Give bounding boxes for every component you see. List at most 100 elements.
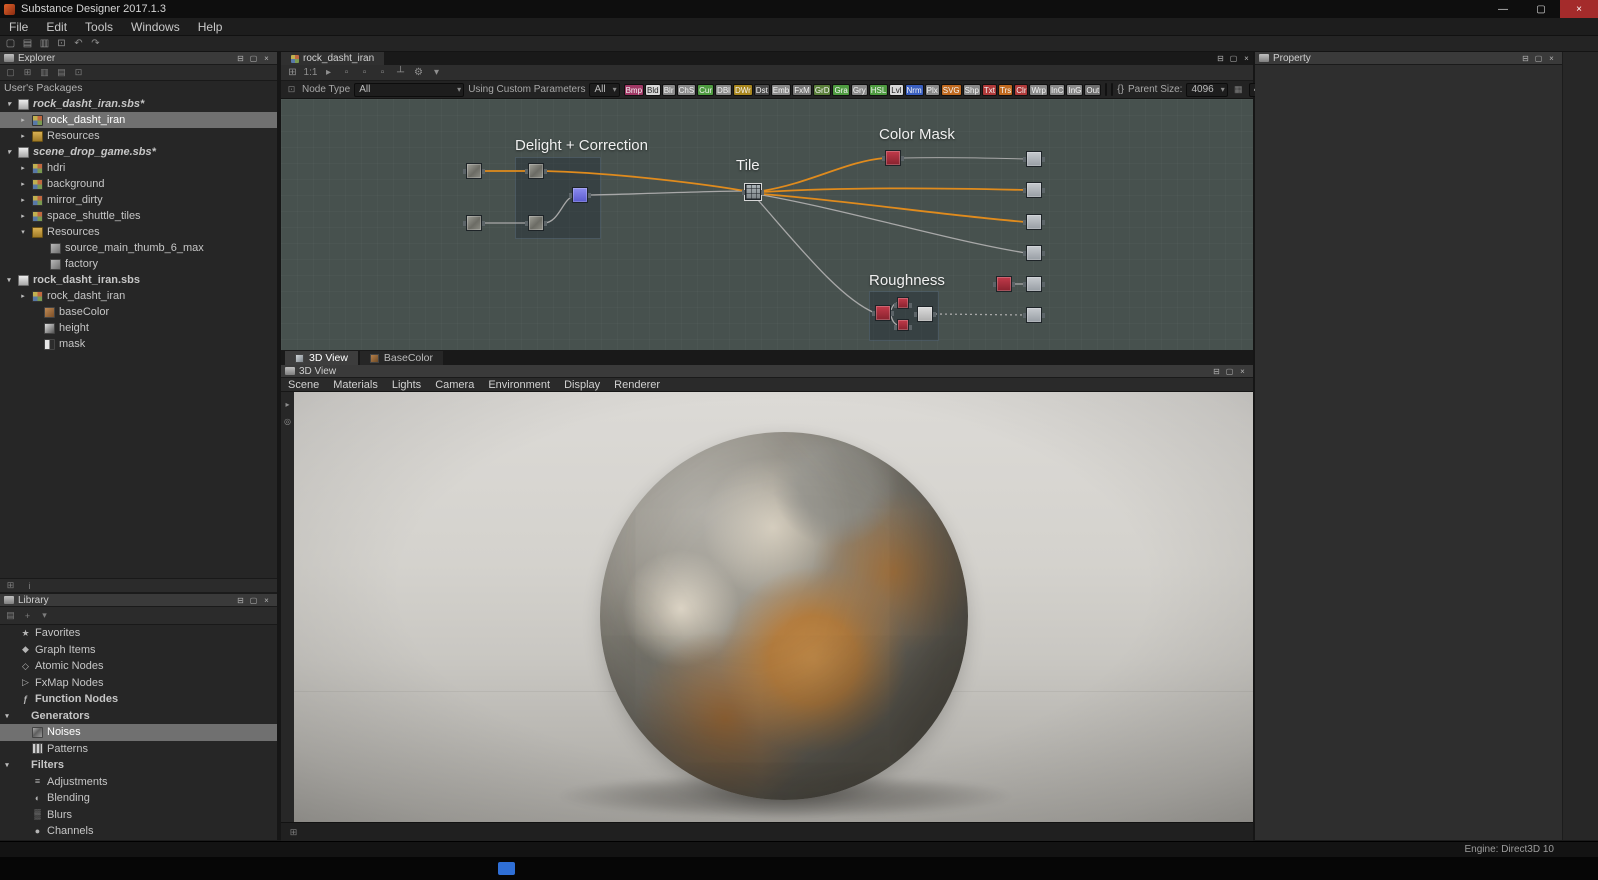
expand-arrow-icon[interactable]: ▸ bbox=[18, 164, 28, 172]
panel-control-icon[interactable]: ▢ bbox=[1227, 54, 1240, 63]
graph-node[interactable] bbox=[528, 163, 544, 179]
tree-item[interactable]: source_main_thumb_6_max bbox=[0, 240, 277, 256]
node-filter-chip[interactable]: DWr bbox=[733, 84, 753, 96]
library-item[interactable]: ● Channels bbox=[0, 823, 277, 840]
panel-control-icon[interactable]: × bbox=[260, 596, 273, 605]
frame-tool-button[interactable] bbox=[1111, 83, 1113, 96]
graph-toolbar-icon[interactable]: ┴ bbox=[393, 65, 408, 80]
toolbar-icon[interactable]: ▥ bbox=[37, 36, 52, 51]
node-filter-chip[interactable]: Lvl bbox=[889, 84, 903, 96]
node-filter-chip[interactable]: Gry bbox=[851, 84, 868, 96]
view3d-menu-item[interactable]: Environment bbox=[481, 379, 557, 391]
view3d-menu-item[interactable]: Camera bbox=[428, 379, 481, 391]
expand-arrow-icon[interactable]: ▾ bbox=[18, 228, 28, 236]
tree-item[interactable]: ▸ space_shuttle_tiles bbox=[0, 208, 277, 224]
node-filter-chip[interactable]: DBl bbox=[715, 84, 732, 96]
panel-control-icon[interactable]: × bbox=[1545, 54, 1558, 63]
panel-control-icon[interactable]: × bbox=[1236, 367, 1249, 376]
tree-item[interactable]: mask bbox=[0, 336, 277, 352]
dock-grid-icon[interactable]: ⊞ bbox=[287, 827, 300, 838]
panel-control-icon[interactable]: ⊟ bbox=[234, 596, 247, 605]
toolbar-icon[interactable]: ↶ bbox=[71, 36, 86, 51]
node-filter-chip[interactable]: Shp bbox=[963, 84, 981, 96]
library-item[interactable]: Noises bbox=[0, 724, 277, 741]
node-filter-chip[interactable]: Clr bbox=[1014, 84, 1028, 96]
node-filter-chip[interactable]: FxM bbox=[792, 84, 812, 96]
explorer-toolbar-icon[interactable]: ▥ bbox=[38, 67, 51, 78]
menu-item[interactable]: Edit bbox=[37, 18, 76, 36]
menu-item[interactable]: File bbox=[0, 18, 37, 36]
panel-control-icon[interactable]: ▢ bbox=[247, 596, 260, 605]
graph-toolbar-icon[interactable]: ▸ bbox=[321, 65, 336, 80]
panel-control-icon[interactable]: ⊟ bbox=[1214, 54, 1227, 63]
taskbar-item[interactable] bbox=[498, 862, 515, 875]
node-filter-chip[interactable]: Dst bbox=[754, 84, 770, 96]
library-item[interactable]: ◇ Atomic Nodes bbox=[0, 658, 277, 675]
node-filter-chip[interactable]: Gra bbox=[832, 84, 849, 96]
library-toolbar-icon[interactable]: + bbox=[21, 611, 34, 621]
tree-item[interactable]: ▸ rock_dasht_iran bbox=[0, 112, 277, 128]
node-filter-chip[interactable]: HSL bbox=[869, 84, 889, 96]
view3d-side-icon[interactable]: ▸ bbox=[285, 400, 289, 409]
view3d-menu-item[interactable]: Renderer bbox=[607, 379, 667, 391]
expand-arrow-icon[interactable]: ▸ bbox=[18, 132, 28, 140]
maximize-button[interactable]: ▢ bbox=[1522, 0, 1560, 18]
node-filter-chip[interactable]: Bld bbox=[645, 84, 661, 96]
library-item[interactable]: ▾ Filters bbox=[0, 757, 277, 774]
graph-node[interactable] bbox=[745, 184, 761, 200]
graph-node[interactable] bbox=[1026, 276, 1042, 292]
explorer-toolbar-icon[interactable]: ▢ bbox=[4, 67, 17, 78]
graph-node[interactable] bbox=[897, 297, 909, 309]
node-filter-chip[interactable]: Out bbox=[1084, 84, 1101, 96]
library-item[interactable]: ƒ Function Nodes bbox=[0, 691, 277, 708]
expand-arrow-icon[interactable]: ▾ bbox=[2, 712, 12, 720]
node-filter-chip[interactable]: ChS bbox=[677, 84, 697, 96]
graph-document-tab[interactable]: rock_dasht_iran bbox=[281, 52, 384, 65]
minimize-button[interactable]: — bbox=[1484, 0, 1522, 18]
toolbar-icon[interactable]: ▤ bbox=[20, 36, 35, 51]
library-toolbar-icon[interactable]: ▤ bbox=[4, 610, 17, 621]
node-filter-chip[interactable]: Cur bbox=[697, 84, 714, 96]
graph-toolbar-icon[interactable]: ⊞ bbox=[285, 65, 300, 80]
custom-params-dropdown[interactable]: All bbox=[589, 83, 619, 97]
graph-canvas[interactable]: Delight + CorrectionTileColor MaskRoughn… bbox=[281, 99, 1253, 350]
tab-basecolor[interactable]: BaseColor bbox=[360, 351, 443, 365]
graph-node[interactable] bbox=[1026, 307, 1042, 323]
parent-size-dropdown[interactable]: 4096 bbox=[1186, 83, 1227, 97]
node-filter-chip[interactable]: Plx bbox=[925, 84, 940, 96]
library-item[interactable]: ▾ Generators bbox=[0, 708, 277, 725]
node-filter-chip[interactable]: GrD bbox=[813, 84, 832, 96]
tree-item[interactable]: ▾ Resources bbox=[0, 224, 277, 240]
graph-node[interactable] bbox=[1026, 214, 1042, 230]
graph-node[interactable] bbox=[572, 187, 588, 203]
library-item[interactable]: Patterns bbox=[0, 741, 277, 758]
tree-item[interactable]: baseColor bbox=[0, 304, 277, 320]
graph-node[interactable] bbox=[885, 150, 901, 166]
menu-item[interactable]: Windows bbox=[122, 18, 189, 36]
tree-item[interactable]: ▾ rock_dasht_iran.sbs* bbox=[0, 96, 277, 112]
node-filter-chip[interactable]: Wrp bbox=[1029, 84, 1048, 96]
node-filter-chip[interactable]: Txt bbox=[982, 84, 997, 96]
graph-node[interactable] bbox=[1026, 245, 1042, 261]
node-filter-chip[interactable]: Bmp bbox=[624, 84, 644, 96]
view3d-menu-item[interactable]: Lights bbox=[385, 379, 428, 391]
graph-node[interactable] bbox=[897, 319, 909, 331]
node-filter-chip[interactable]: Emb bbox=[771, 84, 791, 96]
toolbar-icon[interactable]: ↷ bbox=[88, 36, 103, 51]
view3d-menu-item[interactable]: Scene bbox=[281, 379, 326, 391]
graph-node[interactable] bbox=[1026, 151, 1042, 167]
view3d-viewport[interactable] bbox=[294, 392, 1253, 822]
graph-toolbar-icon[interactable]: ▫ bbox=[375, 65, 390, 80]
expand-arrow-icon[interactable]: ▾ bbox=[4, 276, 14, 284]
engine-status[interactable]: Engine: Direct3D 10 bbox=[1465, 844, 1555, 855]
tree-item[interactable]: factory bbox=[0, 256, 277, 272]
graph-node[interactable] bbox=[1026, 182, 1042, 198]
tree-item[interactable]: ▸ mirror_dirty bbox=[0, 192, 277, 208]
library-item[interactable]: ≡ Adjustments bbox=[0, 774, 277, 791]
explorer-toolbar-icon[interactable]: ▤ bbox=[55, 67, 68, 78]
panel-control-icon[interactable]: ⊟ bbox=[1519, 54, 1532, 63]
tree-item[interactable]: ▾ scene_drop_game.sbs* bbox=[0, 144, 277, 160]
panel-control-icon[interactable]: ▢ bbox=[247, 54, 260, 63]
node-filter-chip[interactable]: InG bbox=[1066, 84, 1083, 96]
graph-toolbar-icon[interactable]: 1:1 bbox=[303, 65, 318, 80]
